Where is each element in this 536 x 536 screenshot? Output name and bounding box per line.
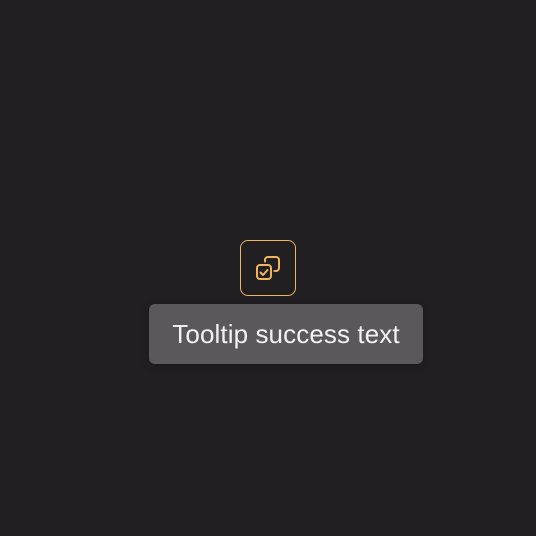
canvas: Tooltip success text: [0, 0, 536, 536]
copy-button[interactable]: [240, 240, 296, 296]
copy-success-icon: [253, 253, 283, 283]
tooltip-text: Tooltip success text: [172, 318, 400, 349]
tooltip: Tooltip success text: [149, 304, 423, 364]
